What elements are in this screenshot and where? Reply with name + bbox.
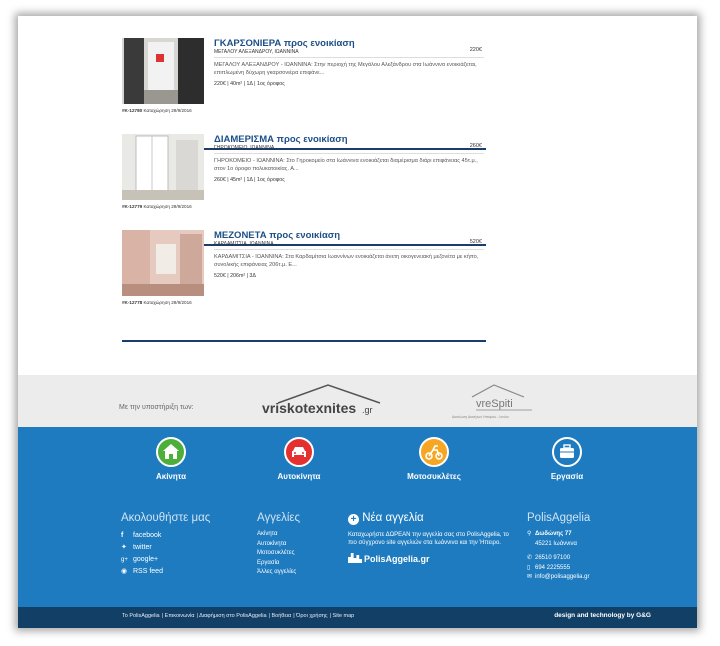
listing-specs: 520€ | 206m² | 3Δ xyxy=(214,273,256,279)
listing-description: ΚΑΡΔΑΜΙΤΣΙΑ - ΙΩΑΝΝΙΝΑ: Στα Καρδαμίτσια … xyxy=(214,254,479,268)
footer-links: Το PolisAggelia | Επικοινωνία | Διαφήμιση … xyxy=(122,613,355,619)
phone-icon: ✆ xyxy=(527,555,533,561)
listing-id: #K-12779 Καταχώρηση 29/9/2016 xyxy=(122,204,192,209)
divider xyxy=(214,153,484,154)
listing-id: #K-12780 Καταχώρηση 29/9/2016 xyxy=(122,108,192,113)
listing-photo[interactable] xyxy=(122,38,204,104)
ads-section: Αγγελίες Ακίνητα Αυτοκίνητα Μοτοσυκλέτες… xyxy=(257,512,300,578)
footer-link-terms[interactable]: Όροι χρήσης xyxy=(296,613,327,619)
envelope-icon: ✉ xyxy=(527,574,533,580)
sponsor-label: Με την υποστήριξη των: xyxy=(119,404,194,411)
ads-link-motosikletes[interactable]: Μοτοσυκλέτες xyxy=(257,549,300,559)
twitter-icon: ✦ xyxy=(121,544,127,551)
ads-link-aftokinita[interactable]: Αυτοκίνητα xyxy=(257,540,300,550)
contact-section: PolisAggelia ⚲ Δωδώνης 77 45221 Ιωάννινα … xyxy=(527,512,590,583)
listing-specs: 260€ | 45m² | 1Δ | 1ος όροφος xyxy=(214,177,285,183)
new-ad-section: + Νέα αγγελία Καταχωρήστε ΔΩΡΕΑΝ την αγγ… xyxy=(348,512,513,564)
svg-text:vreSpiti: vreSpiti xyxy=(476,398,513,410)
footer-bottom-bar: Το PolisAggelia | Επικοινωνία | Διαφήμιση … xyxy=(18,607,697,628)
divider xyxy=(214,57,484,58)
ads-heading: Αγγελίες xyxy=(257,512,301,524)
listing-description: ΓΗΡΟΚΟΜΕΙΟ - ΙΩΑΝΝΙΝΑ: Στο Γηροκομείο στ… xyxy=(214,158,478,172)
map-pin-icon: ⚲ xyxy=(527,531,532,537)
vriskotexnites-logo[interactable]: vriskotexnites .gr xyxy=(258,381,388,421)
contact-mobile[interactable]: ▯ 694 2225555 xyxy=(527,564,590,574)
listing-id: #K-12778 Καταχώρηση 29/9/2016 xyxy=(122,300,192,305)
social-googleplus[interactable]: g+ google+ xyxy=(121,554,210,566)
footer-link-about[interactable]: Το PolisAggelia xyxy=(122,613,160,619)
motorcycle-icon xyxy=(419,437,449,467)
ads-link-ergasia[interactable]: Εργασία xyxy=(257,559,300,569)
rss-icon: ◉ xyxy=(121,568,128,575)
svg-text:vriskotexnites: vriskotexnites xyxy=(262,400,356,416)
page-frame: #K-12780 Καταχώρηση 29/9/2016 ΓΚΑΡΣΟΝΙΕΡ… xyxy=(18,16,697,628)
footer-link-help[interactable]: Βοήθεια xyxy=(272,613,292,619)
divider xyxy=(214,249,484,250)
contact-city: 45221 Ιωάννινα xyxy=(535,540,577,547)
plus-circle-icon: + xyxy=(348,514,359,525)
sponsor-bar: Με την υποστήριξη των: vriskotexnites .g… xyxy=(18,375,697,427)
follow-heading: Ακολουθήστε μας xyxy=(121,512,211,524)
footer-link-sitemap[interactable]: Site map xyxy=(333,613,355,619)
category-ergasia[interactable]: Εργασία xyxy=(517,437,617,481)
listing-photo[interactable] xyxy=(122,134,204,200)
listing-price: 260€ xyxy=(469,143,482,149)
listing-title[interactable]: ΜΕΖΟΝΕΤΑ προς ενοικίαση xyxy=(214,230,340,241)
listing-photo[interactable] xyxy=(122,230,204,296)
house-icon xyxy=(156,437,186,467)
listing-title[interactable]: ΔΙΑΜΕΡΙΣΜΑ προς ενοικίαση xyxy=(214,134,348,145)
car-icon xyxy=(284,437,314,467)
listing-specs: 220€ | 40m² | 1Δ | 1ος όροφος xyxy=(214,81,285,87)
new-ad-heading[interactable]: + Νέα αγγελία xyxy=(348,512,513,525)
listing-price: 520€ xyxy=(469,239,482,245)
category-akinita[interactable]: Ακίνητα xyxy=(121,437,221,481)
category-aftokinita[interactable]: Αυτοκίνητα xyxy=(249,437,349,481)
facebook-icon: f xyxy=(121,532,124,539)
mobile-icon: ▯ xyxy=(527,564,531,571)
category-motosikletes[interactable]: Μοτοσυκλέτες xyxy=(384,437,484,481)
contact-phone[interactable]: ✆ 26510 97100 xyxy=(527,554,590,564)
social-rss[interactable]: ◉ RSS feed xyxy=(121,566,210,578)
listing-location: ΓΗΡΟΚΟΜΕΙΟ, ΙΩΑΝΝΙΝΑ xyxy=(214,145,275,151)
contact-address: ⚲ Δωδώνης 77 xyxy=(527,530,590,540)
contact-email[interactable]: ✉ info@polisaggelia.gr xyxy=(527,573,590,583)
svg-text:Δικτύωση Ακινήτων Ηπείρου - Ιο: Δικτύωση Ακινήτων Ηπείρου - Ιονίου xyxy=(452,415,509,419)
ads-link-other[interactable]: Άλλες αγγελίες xyxy=(257,568,300,578)
briefcase-icon xyxy=(552,437,582,467)
new-ad-text: Καταχωρήστε ΔΩΡΕΑΝ την αγγελία σας στο P… xyxy=(348,532,509,546)
svg-text:.gr: .gr xyxy=(362,405,373,415)
ads-link-akinita[interactable]: Ακίνητα xyxy=(257,530,300,540)
footer-main: Ακίνητα Αυτοκίνητα Μοτοσυκλέτες Εργασία … xyxy=(18,427,697,607)
design-credit[interactable]: design and technology by G&G xyxy=(554,612,651,619)
follow-section: Ακολουθήστε μας f facebook ✦ twitter g+ goo… xyxy=(121,512,210,578)
listing-location: ΜΕΓΑΛΟΥ ΑΛΕΞΑΝΔΡΟΥ, ΙΩΑΝΝΙΝΑ xyxy=(214,49,299,55)
listing-title[interactable]: ΓΚΑΡΣΟΝΙΕΡΑ προς ενοικίαση xyxy=(214,38,355,49)
footer-link-advertise[interactable]: Διαφήμιση στο PolisAggelia xyxy=(199,613,266,619)
social-twitter[interactable]: ✦ twitter xyxy=(121,542,210,554)
listing-card[interactable]: #K-12778 Καταχώρηση 29/9/2016 ΜΕΖΟΝΕΤΑ π… xyxy=(122,230,486,342)
social-facebook[interactable]: f facebook xyxy=(121,530,210,542)
polisaggelia-logo[interactable]: PolisAggelia.gr xyxy=(348,553,513,564)
contact-heading: PolisAggelia xyxy=(527,512,591,524)
city-skyline-icon xyxy=(348,553,362,563)
footer-link-contact[interactable]: Επικοινωνία xyxy=(165,613,195,619)
listing-description: ΜΕΓΑΛΟΥ ΑΛΕΞΑΝΔΡΟΥ - ΙΩΑΝΝΙΝΑ: Στην περι… xyxy=(214,62,477,76)
googleplus-icon: g+ xyxy=(121,557,128,563)
vrespiti-logo[interactable]: vreSpiti Δικτύωση Ακινήτων Ηπείρου - Ιον… xyxy=(448,383,558,421)
listing-location: ΚΑΡΔΑΜΙΤΣΙΑ, ΙΩΑΝΝΙΝΑ xyxy=(214,241,274,247)
listing-price: 220€ xyxy=(469,47,482,53)
